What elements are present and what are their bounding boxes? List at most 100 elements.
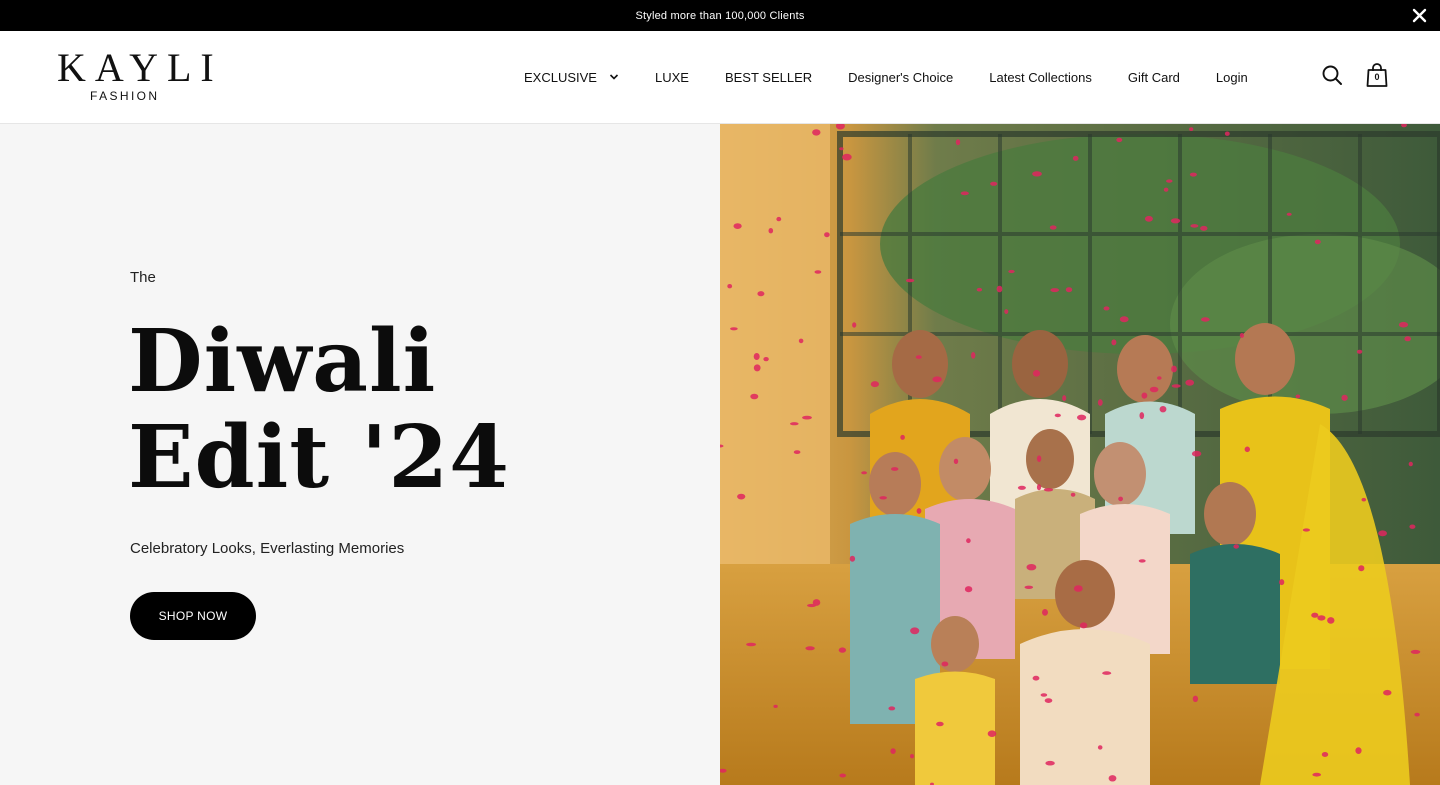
announcement-bar: Styled more than 100,000 Clients bbox=[0, 0, 1440, 31]
rose-petal bbox=[1314, 239, 1321, 245]
rose-petal bbox=[1239, 333, 1244, 338]
main-nav: EXCLUSIVE LUXE BEST SELLER Designer's Ch… bbox=[524, 31, 1248, 124]
rose-petal bbox=[1410, 649, 1421, 654]
rose-petal bbox=[1341, 394, 1348, 401]
rose-petal bbox=[1017, 485, 1026, 490]
rose-petal bbox=[916, 508, 922, 514]
rose-petal bbox=[737, 493, 746, 500]
rose-petal bbox=[891, 467, 899, 471]
rose-petal bbox=[824, 232, 830, 238]
rose-petal bbox=[1049, 225, 1057, 230]
rose-petal bbox=[1189, 172, 1197, 177]
rose-petal bbox=[812, 599, 821, 606]
rose-petal bbox=[838, 647, 847, 653]
rose-petal bbox=[753, 353, 760, 360]
rose-petal bbox=[730, 327, 738, 331]
nav-item-designers-choice[interactable]: Designer's Choice bbox=[848, 70, 953, 85]
rose-petal bbox=[753, 364, 761, 372]
nav-item-label: Login bbox=[1215, 70, 1248, 85]
search-icon[interactable] bbox=[1321, 64, 1343, 86]
rose-petal bbox=[900, 434, 905, 440]
close-icon[interactable] bbox=[1411, 7, 1428, 24]
rose-petal bbox=[1045, 760, 1055, 766]
rose-petal bbox=[1383, 689, 1392, 696]
rose-petal bbox=[1042, 609, 1048, 616]
rose-petal bbox=[812, 129, 821, 136]
rose-petal bbox=[936, 721, 944, 727]
rose-petal bbox=[750, 393, 759, 400]
rose-petal bbox=[996, 285, 1003, 293]
rose-petal bbox=[1072, 155, 1079, 161]
site-header: KAYLI FASHION EXCLUSIVE LUXE BEST SELLER… bbox=[0, 31, 1440, 124]
rose-petal bbox=[1200, 225, 1208, 231]
rose-petal bbox=[757, 291, 765, 297]
rose-petal bbox=[1040, 693, 1048, 697]
rose-petal bbox=[1050, 288, 1059, 293]
rose-petal bbox=[1398, 321, 1409, 328]
rose-petal bbox=[971, 352, 976, 359]
rose-petal bbox=[1317, 615, 1326, 621]
rose-petal bbox=[1233, 544, 1239, 549]
rose-petal bbox=[1171, 365, 1177, 373]
hero-title-line-2: Edit '24 bbox=[128, 407, 511, 508]
rose-petal bbox=[1358, 565, 1365, 572]
shop-now-button[interactable]: SHOP NOW bbox=[130, 592, 256, 640]
rose-petal bbox=[1224, 131, 1230, 136]
cart-count: 0 bbox=[1374, 72, 1380, 82]
nav-item-exclusive[interactable]: EXCLUSIVE bbox=[524, 70, 619, 85]
rose-petal bbox=[1116, 137, 1123, 143]
nav-item-label: Gift Card bbox=[1127, 70, 1180, 85]
rose-petal bbox=[1170, 218, 1181, 224]
rose-petal bbox=[1171, 384, 1181, 388]
rose-petal bbox=[1070, 492, 1076, 497]
rose-petal bbox=[1361, 497, 1367, 502]
rose-petal bbox=[1103, 306, 1110, 311]
rose-petal bbox=[1008, 269, 1015, 274]
rose-petal bbox=[802, 415, 812, 420]
rose-petal bbox=[839, 773, 846, 778]
chevron-down-icon bbox=[609, 74, 619, 80]
rose-petal bbox=[964, 586, 973, 593]
rose-petal bbox=[953, 458, 959, 464]
nav-item-label: Designer's Choice bbox=[848, 70, 954, 85]
hero-image bbox=[720, 124, 1440, 785]
rose-petal bbox=[1141, 392, 1148, 399]
rose-petal bbox=[1062, 395, 1067, 402]
rose-petal bbox=[1295, 394, 1301, 399]
rose-petal bbox=[870, 381, 879, 388]
rose-petal bbox=[1302, 528, 1310, 532]
rose-petal bbox=[955, 139, 961, 146]
rose-petal bbox=[852, 322, 857, 328]
rose-petal bbox=[1119, 316, 1129, 323]
rose-petal bbox=[1111, 339, 1117, 346]
nav-item-gift-card[interactable]: Gift Card bbox=[1128, 70, 1180, 85]
rose-petal bbox=[1378, 530, 1387, 537]
rose-petal bbox=[905, 278, 915, 283]
rose-petal bbox=[976, 287, 983, 292]
nav-item-login[interactable]: Login bbox=[1216, 70, 1248, 85]
rose-petal bbox=[1036, 484, 1042, 491]
nav-item-luxe[interactable]: LUXE bbox=[655, 70, 689, 85]
nav-item-latest-collections[interactable]: Latest Collections bbox=[989, 70, 1092, 85]
rose-petal bbox=[849, 555, 856, 562]
rose-petal bbox=[879, 496, 887, 500]
rose-petal bbox=[1043, 488, 1054, 492]
rose-petal bbox=[790, 422, 799, 426]
rose-petal bbox=[1327, 617, 1335, 624]
hero-photo bbox=[720, 124, 1440, 785]
cart-button[interactable]: 0 bbox=[1365, 62, 1389, 88]
rose-petal bbox=[839, 147, 844, 151]
nav-item-label: BEST SELLER bbox=[724, 70, 813, 85]
rose-petal bbox=[910, 754, 914, 759]
rose-petal bbox=[1139, 412, 1145, 420]
rose-petal bbox=[746, 642, 757, 647]
rose-petal bbox=[1079, 622, 1088, 629]
brand-logo[interactable]: KAYLI FASHION bbox=[57, 48, 214, 105]
rose-petal bbox=[1036, 455, 1042, 463]
rose-petal bbox=[1279, 579, 1285, 586]
rose-petal bbox=[960, 191, 969, 196]
rose-petal bbox=[763, 357, 769, 362]
rose-petal bbox=[987, 730, 997, 737]
nav-item-best-seller[interactable]: BEST SELLER bbox=[725, 70, 812, 85]
rose-petal bbox=[1191, 450, 1202, 457]
